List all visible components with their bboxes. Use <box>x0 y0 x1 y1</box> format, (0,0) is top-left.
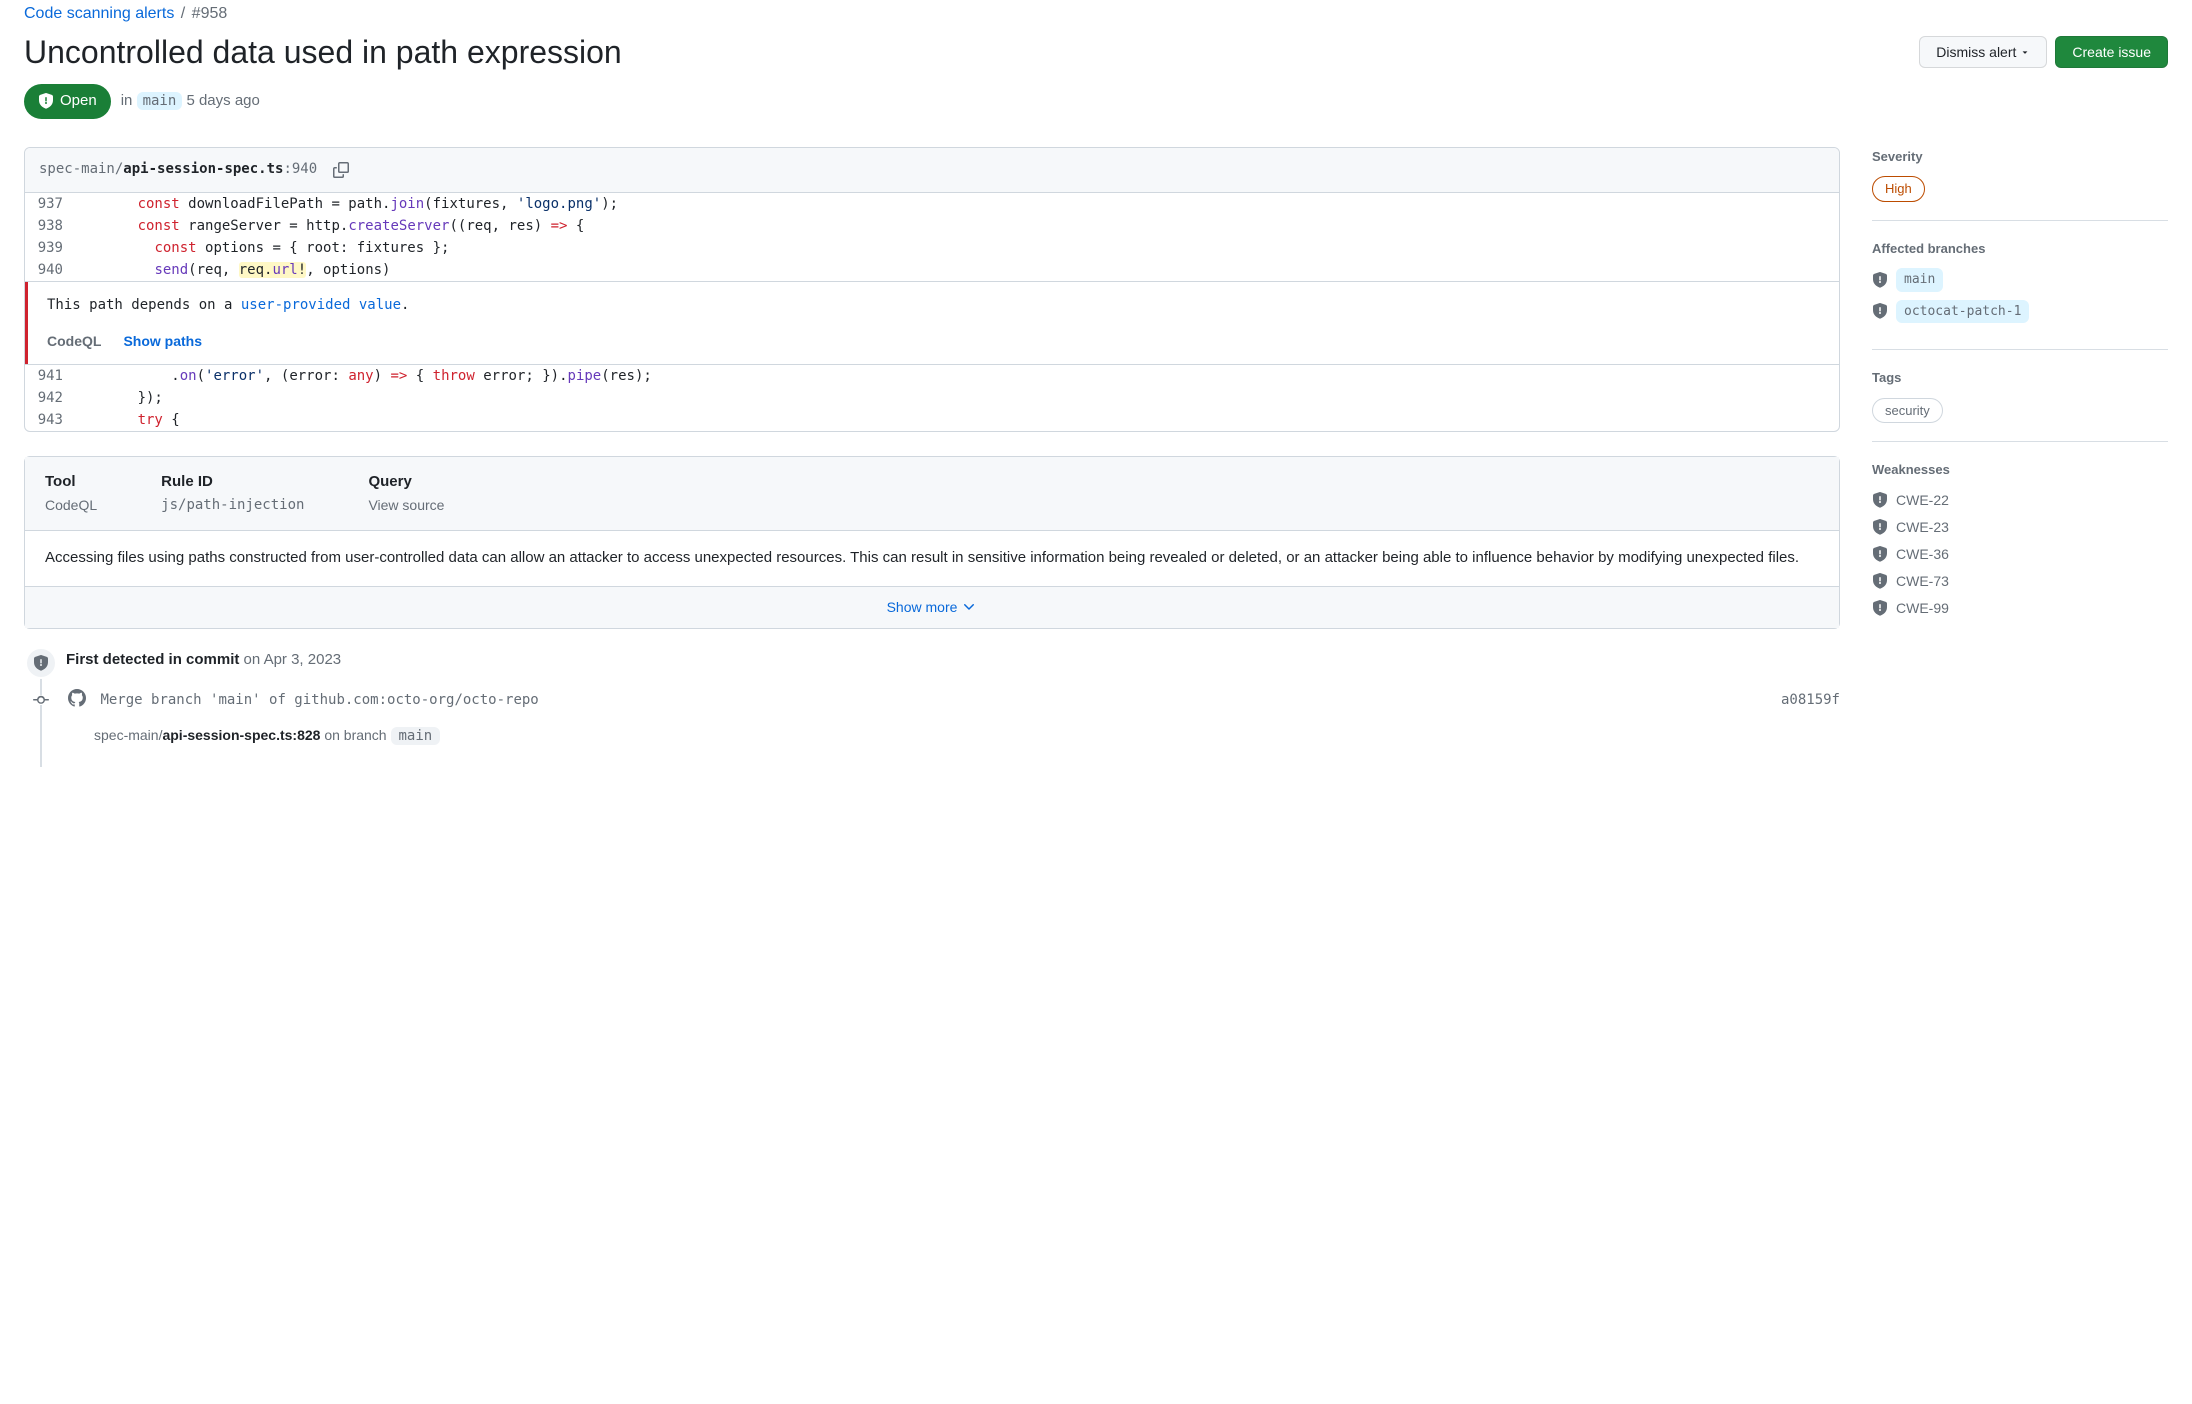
weakness-item[interactable]: CWE-73 <box>1872 571 2168 592</box>
shield-icon <box>1872 573 1888 589</box>
sidebar-branches-header: Affected branches <box>1872 239 2168 259</box>
code-line: 943 try { <box>25 409 1839 431</box>
timeline-badge <box>25 647 57 679</box>
query-value[interactable]: View source <box>368 495 444 516</box>
breadcrumb-sep: / <box>179 5 187 22</box>
shield-icon <box>1872 272 1888 288</box>
copy-path-button[interactable] <box>329 158 353 182</box>
shield-icon <box>1872 600 1888 616</box>
caret-down-icon <box>2020 47 2030 57</box>
shield-icon <box>1872 519 1888 535</box>
git-commit-icon <box>33 692 49 708</box>
chevron-down-icon <box>961 599 977 615</box>
severity-badge: High <box>1872 176 1925 202</box>
tool-header: Tool <box>45 471 97 494</box>
shield-icon <box>1872 546 1888 562</box>
breadcrumb-current: #958 <box>192 5 228 22</box>
timeline-first-detected: First detected in commit on Apr 3, 2023 <box>66 649 1840 672</box>
page-title: Uncontrolled data used in path expressio… <box>24 32 622 72</box>
affected-branch-item[interactable]: main <box>1872 268 2168 292</box>
code-snippet-box: spec-main/api-session-spec.ts:940 937 co… <box>24 147 1840 432</box>
alert-message-row: This path depends on a user-provided val… <box>25 281 1839 365</box>
branch-chip: main <box>1896 268 1943 292</box>
code-line: 937 const downloadFilePath = path.join(f… <box>25 193 1839 215</box>
status-meta: in main 5 days ago <box>121 90 260 113</box>
rule-value: js/path-injection <box>161 495 304 516</box>
commit-info[interactable]: Merge branch 'main' of github.com:octo-o… <box>68 689 539 711</box>
file-path[interactable]: spec-main/api-session-spec.ts:940 <box>39 159 317 180</box>
shield-icon <box>1872 492 1888 508</box>
create-issue-button[interactable]: Create issue <box>2055 36 2168 68</box>
sidebar-severity-header: Severity <box>1872 147 2168 167</box>
sidebar-weaknesses-header: Weaknesses <box>1872 460 2168 480</box>
show-more-link[interactable]: Show more <box>887 597 978 618</box>
branch-chip: octocat-patch-1 <box>1896 300 2029 324</box>
query-header: Query <box>368 471 444 494</box>
breadcrumb-parent[interactable]: Code scanning alerts <box>24 5 174 22</box>
user-provided-link[interactable]: user-provided value <box>241 297 401 313</box>
rule-description: Accessing files using paths constructed … <box>25 531 1839 587</box>
dismiss-alert-label: Dismiss alert <box>1936 42 2016 62</box>
weakness-item[interactable]: CWE-22 <box>1872 490 2168 511</box>
rule-header: Rule ID <box>161 471 304 494</box>
timeline-commit-dot <box>33 695 49 705</box>
shield-icon <box>33 655 49 671</box>
code-line: 942 }); <box>25 387 1839 409</box>
copy-icon <box>333 162 349 178</box>
state-badge: Open <box>24 84 111 119</box>
weakness-item[interactable]: CWE-36 <box>1872 544 2168 565</box>
dismiss-alert-button[interactable]: Dismiss alert <box>1919 36 2047 68</box>
tool-label: CodeQL <box>47 330 101 352</box>
commit-sha[interactable]: a08159f <box>1781 690 1840 711</box>
branch-chip[interactable]: main <box>137 92 183 110</box>
weakness-item[interactable]: CWE-99 <box>1872 598 2168 619</box>
octocat-avatar-icon <box>68 689 86 707</box>
code-line: 939 const options = { root: fixtures }; <box>25 237 1839 259</box>
sidebar-tags-header: Tags <box>1872 368 2168 388</box>
code-line: 941 .on('error', (error: any) => { throw… <box>25 365 1839 387</box>
breadcrumb: Code scanning alerts / #958 <box>24 0 2168 26</box>
sidebar: Severity High Affected branches main oct… <box>1872 147 2168 661</box>
show-paths-link[interactable]: Show paths <box>123 330 202 352</box>
alert-message: This path depends on a user-provided val… <box>47 294 1817 316</box>
weakness-item[interactable]: CWE-23 <box>1872 517 2168 538</box>
shield-alert-icon <box>38 93 54 109</box>
timeline: First detected in commit on Apr 3, 2023 … <box>40 649 1840 748</box>
code-line: 938 const rangeServer = http.createServe… <box>25 215 1839 237</box>
commit-location: spec-main/api-session-spec.ts:828 on bra… <box>94 725 1840 747</box>
branch-chip[interactable]: main <box>391 727 441 745</box>
tag-chip[interactable]: security <box>1872 398 1943 424</box>
state-label-text: Open <box>60 90 97 113</box>
tool-value: CodeQL <box>45 495 97 516</box>
rule-details-box: Tool CodeQL Rule ID js/path-injection Qu… <box>24 456 1840 629</box>
code-line: 940 send(req, req.url!, options) <box>25 259 1839 281</box>
affected-branch-item[interactable]: octocat-patch-1 <box>1872 300 2168 324</box>
shield-icon <box>1872 303 1888 319</box>
